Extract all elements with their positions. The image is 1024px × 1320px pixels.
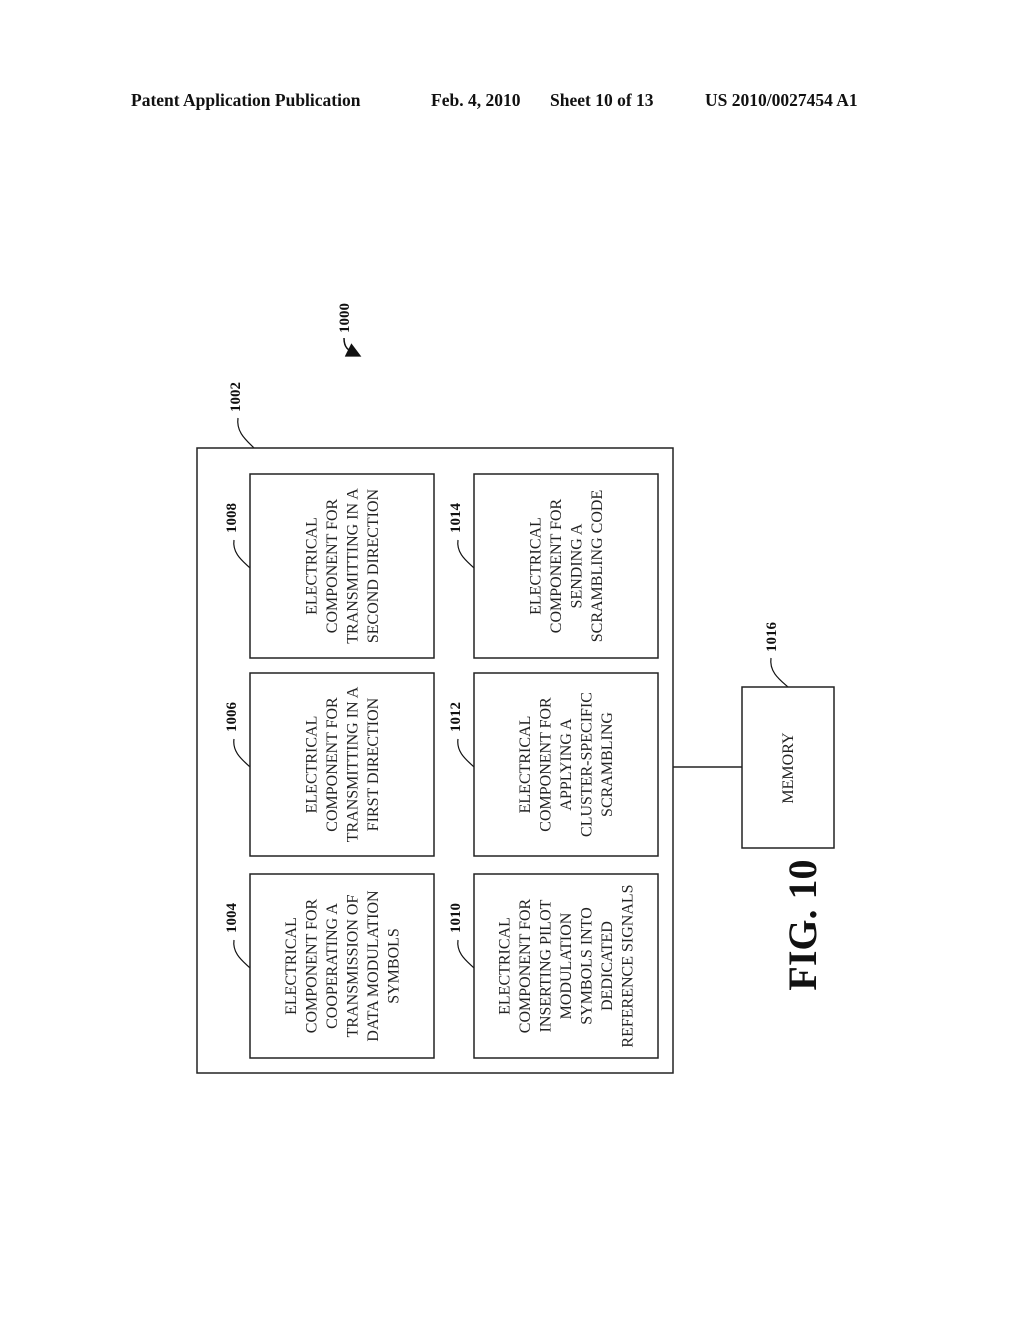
component-ref-label: 1014 — [448, 503, 464, 534]
component-ref-label: 1006 — [224, 702, 240, 733]
component-1012: 1012 ELECTRICAL COMPONENT FOR APPLYING A CLU… — [448, 672, 659, 857]
component-text-line: ELECTRICAL — [517, 716, 534, 814]
component-box — [249, 473, 435, 659]
component-text-line: SYMBOLS INTO — [579, 907, 596, 1025]
component-text-line: COOPERATING A — [324, 903, 341, 1029]
component-text-line: COMPONENT FOR — [324, 498, 341, 633]
component-text-line: SECOND DIRECTION — [365, 488, 382, 643]
component-leader-line — [233, 939, 251, 969]
component-ref-label: 1010 — [448, 903, 464, 933]
component-text-line: TRANSMITTING IN A — [344, 488, 361, 644]
component-box — [473, 473, 659, 659]
system-ref-arrow-icon — [343, 337, 362, 357]
component-text-line: TRANSMITTING IN A — [344, 686, 361, 842]
block-diagram: 1000 1002 1004 ELECTRICAL COMPONENT FOR COO… — [196, 303, 835, 1074]
component-1008: 1008 ELECTRICAL COMPONENT FOR TRANSMITTING … — [224, 473, 435, 659]
component-box — [249, 873, 435, 1059]
component-text-line: ELECTRICAL — [527, 517, 544, 615]
memory-leader-line — [770, 657, 789, 688]
component-text-line: COMPONENT FOR — [303, 898, 320, 1033]
component-text-line: CLUSTER-SPECIFIC — [579, 692, 596, 837]
system-ref-label: 1000 — [337, 303, 353, 333]
component-text-line: ELECTRICAL — [497, 917, 514, 1015]
component-leader-line — [233, 738, 251, 768]
component-text-line: DATA MODULATION — [365, 890, 382, 1042]
component-text-line: COMPONENT FOR — [517, 898, 534, 1033]
component-leader-line — [457, 939, 475, 969]
component-text-line: SCRAMBLING — [599, 712, 616, 817]
component-text-line: COMPONENT FOR — [324, 697, 341, 832]
component-text-line: REFERENCE SIGNALS — [620, 884, 637, 1047]
component-text-line: COMPONENT FOR — [538, 697, 555, 832]
component-text-line: ELECTRICAL — [303, 517, 320, 615]
container-leader-line — [237, 417, 255, 449]
component-text-line: SYMBOLS — [385, 928, 402, 1004]
component-box — [249, 672, 435, 857]
component-leader-line — [457, 539, 475, 569]
component-text-line: COMPONENT FOR — [548, 498, 565, 633]
component-leader-line — [233, 539, 251, 569]
component-text-line: ELECTRICAL — [303, 716, 320, 814]
component-text-line: INSERTING PILOT — [538, 899, 555, 1032]
component-text-line: SENDING A — [568, 523, 585, 608]
component-text-line: ELECTRICAL — [283, 917, 300, 1015]
component-text-line: MODULATION — [558, 912, 575, 1019]
figure-label: FIG. 10 — [780, 859, 825, 990]
component-1010: 1010 ELECTRICAL COMPONENT FOR INSERTING PIL… — [448, 873, 659, 1059]
component-text-line: FIRST DIRECTION — [365, 697, 382, 831]
component-text-line: APPLYING A — [558, 718, 575, 811]
component-leader-line — [457, 738, 475, 768]
memory-label: MEMORY — [780, 732, 797, 804]
component-1006: 1006 ELECTRICAL COMPONENT FOR TRANSMITTING … — [224, 672, 435, 857]
system-reference: 1000 — [337, 303, 362, 357]
memory-group: 1016 MEMORY — [741, 622, 835, 849]
component-1004: 1004 ELECTRICAL COMPONENT FOR COOPERATING A… — [224, 873, 435, 1059]
component-ref-label: 1004 — [224, 903, 240, 934]
component-text-line: TRANSMISSION OF — [344, 895, 361, 1038]
component-ref-label: 1012 — [448, 702, 464, 732]
component-text-line: SCRAMBLING CODE — [589, 490, 606, 642]
component-ref-label: 1008 — [224, 503, 240, 533]
component-text-line: DEDICATED — [599, 921, 616, 1011]
component-1014: 1014 ELECTRICAL COMPONENT FOR SENDING A SCRA… — [448, 473, 659, 659]
container-ref-label: 1002 — [228, 382, 244, 412]
memory-ref-label: 1016 — [764, 622, 780, 653]
